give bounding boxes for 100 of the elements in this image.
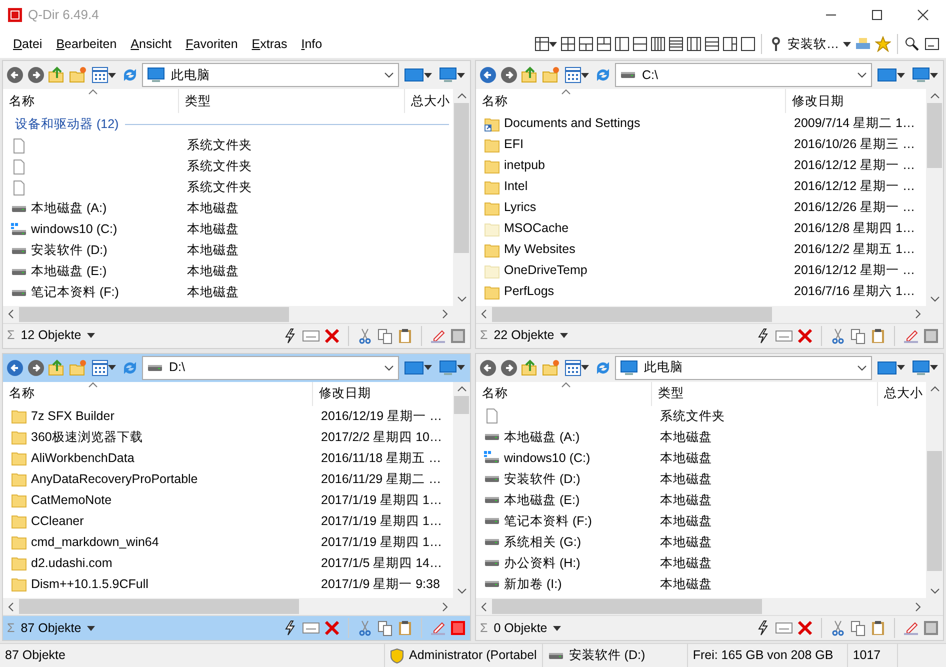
caret-icon[interactable] — [581, 72, 589, 78]
delete-icon[interactable] — [324, 620, 340, 636]
column-header[interactable]: 类型 — [652, 382, 878, 406]
file-name[interactable]: EFI — [504, 135, 524, 154]
caret-icon[interactable] — [108, 365, 116, 370]
caret-icon[interactable] — [843, 42, 851, 46]
menu-item[interactable]: Info — [294, 34, 330, 54]
column-header[interactable]: 名称 — [476, 382, 652, 406]
scroll-thumb[interactable] — [927, 450, 942, 570]
caret-icon[interactable] — [897, 365, 905, 370]
copy-icon[interactable] — [850, 328, 866, 344]
up-folder-icon[interactable] — [48, 66, 66, 84]
pencil-icon[interactable] — [903, 620, 919, 636]
menu-item[interactable]: Ansicht — [124, 34, 179, 54]
lightning-icon[interactable] — [282, 328, 298, 344]
new-folder-icon[interactable] — [69, 66, 87, 84]
forward-icon[interactable] — [27, 358, 45, 376]
file-name[interactable]: 本地磁盘 (A:) — [31, 199, 107, 218]
scroll-thumb[interactable] — [492, 306, 772, 322]
group-header[interactable]: 设备和驱动器 (12) — [15, 114, 119, 134]
panel-icon[interactable] — [404, 67, 424, 83]
scroll-thumb[interactable] — [492, 599, 762, 614]
file-name[interactable]: Documents and Settings — [504, 114, 640, 133]
object-count-button[interactable]: 12 Objekte — [20, 326, 96, 345]
file-name[interactable]: Intel — [504, 177, 528, 196]
back-icon[interactable] — [6, 358, 24, 376]
file-name[interactable]: 安装软件 (D:) — [31, 241, 108, 260]
file-name[interactable]: 7z SFX Builder — [31, 406, 114, 426]
monitor-icon[interactable] — [439, 360, 457, 376]
caret-icon[interactable] — [897, 72, 905, 78]
address-field[interactable]: 此电脑 — [615, 356, 872, 380]
menu-item[interactable]: Extras — [244, 34, 294, 54]
drive-menu-button[interactable]: 安装软… — [788, 34, 839, 54]
sort-icon[interactable] — [88, 382, 98, 388]
caret-icon[interactable] — [457, 365, 465, 370]
file-name[interactable]: 笔记本资料 (F:) — [31, 283, 119, 302]
file-name[interactable]: windows10 (C:) — [504, 448, 590, 468]
column-header[interactable]: 名称 — [476, 89, 786, 113]
lightning-icon[interactable] — [282, 620, 298, 636]
file-name[interactable]: 办公资料 (H:) — [504, 554, 580, 572]
layout-icon[interactable] — [614, 37, 628, 51]
file-name[interactable]: 本地磁盘 (E:) — [504, 490, 580, 510]
delete-icon[interactable] — [324, 328, 340, 344]
forward-icon[interactable] — [27, 66, 45, 84]
pencil-icon[interactable] — [430, 620, 446, 636]
delete-icon[interactable] — [797, 620, 813, 636]
star-icon[interactable] — [875, 36, 891, 52]
back-icon[interactable] — [6, 66, 24, 84]
scroll-thumb[interactable] — [454, 103, 469, 253]
back-icon[interactable] — [479, 358, 497, 376]
layout-icon[interactable] — [686, 37, 700, 51]
caret-icon[interactable] — [108, 72, 116, 78]
forward-icon[interactable] — [500, 66, 518, 84]
column-header[interactable]: 类型 — [179, 89, 405, 113]
caret-icon[interactable] — [560, 333, 568, 338]
address-field[interactable]: C:\ — [615, 63, 872, 87]
chevron-down-icon[interactable] — [384, 364, 394, 370]
lightning-icon[interactable] — [755, 328, 771, 344]
layout-icon[interactable] — [578, 37, 592, 51]
file-name[interactable]: 360极速浏览器下载 — [31, 428, 143, 446]
scroll-thumb[interactable] — [19, 599, 299, 614]
layout-icon[interactable] — [650, 37, 664, 51]
menu-item[interactable]: Bearbeiten — [49, 34, 124, 54]
cut-icon[interactable] — [357, 620, 373, 636]
view-grid-icon[interactable] — [92, 67, 108, 83]
back-icon[interactable] — [479, 66, 497, 84]
file-name[interactable]: AnyDataRecoveryProPortable — [31, 470, 198, 488]
file-name[interactable]: MSOCache — [504, 219, 569, 238]
panel-icon[interactable] — [877, 67, 897, 83]
sort-icon[interactable] — [561, 89, 571, 95]
file-name[interactable]: Lyrics — [504, 198, 536, 217]
monitor-icon[interactable] — [912, 67, 930, 83]
file-name[interactable]: My Websites — [504, 240, 576, 259]
forward-icon[interactable] — [500, 358, 518, 376]
chevron-down-icon[interactable] — [857, 364, 867, 370]
file-name[interactable]: 本地磁盘 (A:) — [504, 428, 580, 446]
clipboard-icon[interactable] — [870, 620, 886, 636]
caret-icon[interactable] — [930, 365, 938, 370]
file-name[interactable]: AliWorkbenchData — [31, 448, 134, 468]
menu-item[interactable]: Favoriten — [178, 34, 245, 54]
object-count-button[interactable]: 0 Objekte — [494, 618, 562, 638]
caret-icon[interactable] — [424, 72, 432, 78]
file-name[interactable]: OneDriveTemp — [504, 261, 588, 280]
file-name[interactable]: Dism++10.1.5.9CFull — [31, 574, 148, 594]
file-name[interactable]: 本地磁盘 (E:) — [31, 262, 107, 281]
grid-icon[interactable] — [450, 328, 466, 344]
file-name[interactable]: 笔记本资料 (F:) — [504, 512, 592, 530]
view-grid-icon[interactable] — [565, 360, 581, 376]
horizontal-scrollbar[interactable] — [3, 306, 470, 322]
view-grid-icon[interactable] — [565, 67, 581, 83]
file-name[interactable]: CatMemoNote — [31, 490, 112, 510]
delete-icon[interactable] — [797, 328, 813, 344]
file-name[interactable]: inetpub — [504, 156, 546, 175]
chevron-down-icon[interactable] — [384, 72, 394, 78]
pencil-icon[interactable] — [430, 328, 446, 344]
cut-icon[interactable] — [357, 328, 373, 344]
layout-icon[interactable] — [560, 37, 574, 51]
lightning-icon[interactable] — [755, 620, 771, 636]
horizontal-scrollbar[interactable] — [3, 598, 470, 615]
copy-icon[interactable] — [850, 620, 866, 636]
